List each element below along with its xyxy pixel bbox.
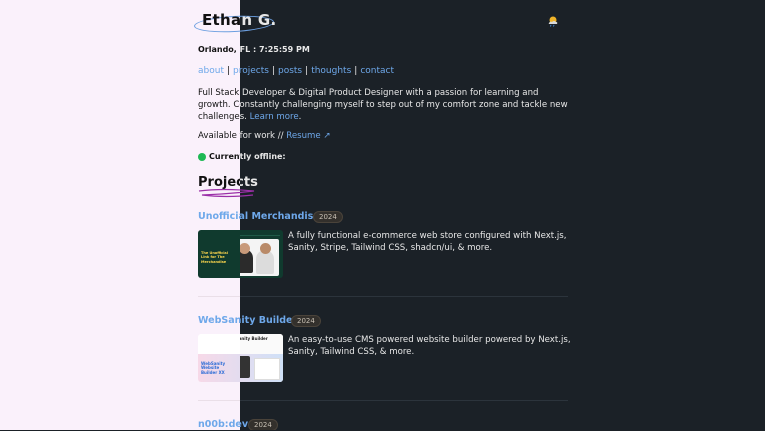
project-description-2: An easy-to-use CMS powered website build… (288, 335, 571, 357)
bio-period: . (298, 112, 302, 122)
project-year-badge-1: 2024 (313, 211, 343, 223)
nav-separator: | (271, 66, 275, 76)
learn-more-link[interactable]: Learn more (250, 112, 299, 122)
thumb-text: The Unofficial Link for The Merchandise (201, 251, 228, 264)
project-year-badge-2: 2024 (291, 315, 321, 327)
nav-thoughts[interactable]: thoughts (311, 66, 351, 76)
project-year-badge-3: 2024 (248, 419, 278, 430)
nav-separator: | (226, 66, 231, 76)
nav-contact[interactable]: contact (360, 66, 394, 76)
weather-icon (548, 16, 558, 27)
bio-paragraph: Full Stack Developer & Digital Product D… (240, 87, 573, 123)
nav-about[interactable]: about (198, 66, 224, 76)
thumb-text: WebSanity Website Builder XX (201, 361, 226, 375)
spotify-icon (198, 152, 206, 161)
project-description-1: A fully functional e-commerce web store … (288, 231, 567, 253)
resume-link[interactable]: Resume ↗ (286, 131, 330, 141)
nav-separator: | (305, 66, 309, 76)
nav-separator: | (354, 66, 358, 76)
project-divider (240, 400, 568, 401)
nav-posts[interactable]: posts (278, 66, 302, 76)
project-divider (240, 296, 568, 297)
